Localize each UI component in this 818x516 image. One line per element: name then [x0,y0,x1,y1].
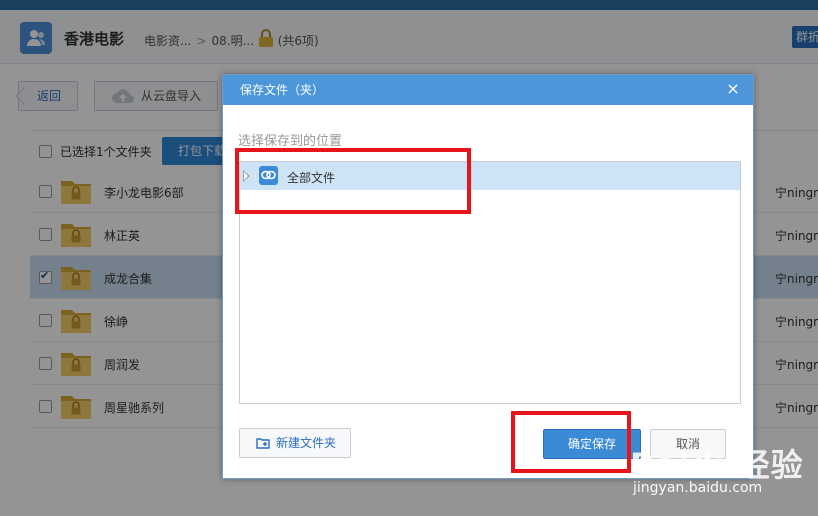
new-folder-button[interactable]: 新建文件夹 [239,428,351,458]
page: 香港电影 电影资... >08.明... (共6项) 群折 返回 从云盘导入 已选… [0,0,818,516]
dialog-title: 保存文件（夹） [223,75,753,105]
save-dialog: 保存文件（夹） × 选择保存到的位置 全部文件 新建文件夹 确定保存 取消 [222,74,754,479]
highlight-box-confirm [511,411,631,473]
highlight-box-tree [235,148,471,214]
new-folder-label: 新建文件夹 [276,436,337,450]
watermark-url: jingyan.baidu.com [633,480,763,496]
new-folder-icon [256,438,270,449]
dialog-subtitle: 选择保存到的位置 [238,134,343,149]
watermark: Baidu经验 jingyan.baidu.com [630,440,810,500]
close-icon[interactable]: × [725,81,741,98]
